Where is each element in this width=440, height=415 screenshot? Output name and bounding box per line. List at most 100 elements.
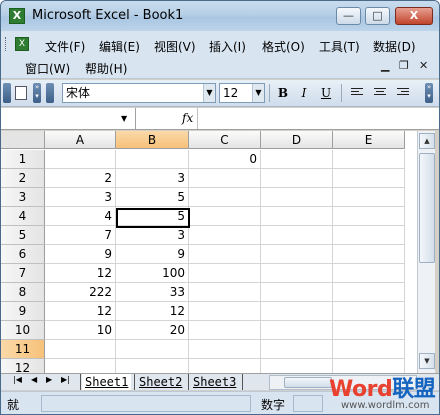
- cell-c11[interactable]: [189, 340, 261, 359]
- workbook-icon[interactable]: X: [15, 37, 29, 51]
- cell-a1[interactable]: [45, 150, 116, 169]
- cell-b6[interactable]: 9: [116, 245, 189, 264]
- last-sheet-icon[interactable]: ▶|: [61, 375, 70, 384]
- row-header-9[interactable]: 9: [1, 302, 45, 321]
- row-header-5[interactable]: 5: [1, 226, 45, 245]
- cell-d9[interactable]: [261, 302, 333, 321]
- row-header-12[interactable]: 12: [1, 359, 45, 373]
- menu-grip-handle[interactable]: [5, 37, 8, 51]
- bold-button[interactable]: B: [274, 84, 292, 102]
- cell-a3[interactable]: 3: [45, 188, 116, 207]
- column-header-c[interactable]: C: [189, 131, 261, 149]
- tab-sheet1[interactable]: Sheet1: [82, 374, 132, 390]
- toolbar-grip-icon[interactable]: [3, 83, 11, 103]
- cell-b9[interactable]: 12: [116, 302, 189, 321]
- minimize-button[interactable]: —: [336, 7, 361, 25]
- cell-a2[interactable]: 2: [45, 169, 116, 188]
- cell-d4[interactable]: [261, 207, 333, 226]
- maximize-button[interactable]: □: [365, 7, 390, 25]
- doc-minimize-icon[interactable]: ▁: [381, 59, 389, 72]
- column-header-b[interactable]: B: [116, 131, 189, 149]
- cell-c9[interactable]: [189, 302, 261, 321]
- cell-a7[interactable]: 12: [45, 264, 116, 283]
- cell-d7[interactable]: [261, 264, 333, 283]
- cell-e1[interactable]: [333, 150, 405, 169]
- active-cell-b11[interactable]: [116, 208, 190, 228]
- chevron-down-icon[interactable]: ▼: [121, 114, 127, 123]
- menu-data[interactable]: 数据(D): [373, 38, 416, 55]
- menu-edit[interactable]: 编辑(E): [99, 38, 140, 55]
- align-center-icon[interactable]: [374, 88, 386, 98]
- cell-e6[interactable]: [333, 245, 405, 264]
- cell-c1[interactable]: 0: [189, 150, 261, 169]
- toolbar-grip-icon-2[interactable]: [46, 83, 54, 103]
- cell-e4[interactable]: [333, 207, 405, 226]
- row-header-2[interactable]: 2: [1, 169, 45, 188]
- underline-button[interactable]: U: [317, 84, 335, 102]
- name-box[interactable]: ▼: [1, 108, 136, 129]
- cell-c5[interactable]: [189, 226, 261, 245]
- cell-b2[interactable]: 3: [116, 169, 189, 188]
- align-right-icon[interactable]: [397, 88, 409, 98]
- italic-button[interactable]: I: [295, 84, 313, 102]
- select-all-corner[interactable]: [1, 131, 45, 149]
- cell-c12[interactable]: [189, 359, 261, 373]
- row-header-11[interactable]: 11: [1, 340, 45, 359]
- cell-e10[interactable]: [333, 321, 405, 340]
- font-size-select[interactable]: 12 ▼: [219, 83, 265, 103]
- cell-d6[interactable]: [261, 245, 333, 264]
- cell-a11[interactable]: [45, 340, 116, 359]
- cell-d10[interactable]: [261, 321, 333, 340]
- cell-c4[interactable]: [189, 207, 261, 226]
- menu-file[interactable]: 文件(F): [45, 38, 85, 55]
- cell-a5[interactable]: 7: [45, 226, 116, 245]
- row-header-6[interactable]: 6: [1, 245, 45, 264]
- row-header-7[interactable]: 7: [1, 264, 45, 283]
- cell-d11[interactable]: [261, 340, 333, 359]
- close-button[interactable]: X: [395, 7, 433, 25]
- tab-sheet2[interactable]: Sheet2: [136, 374, 185, 390]
- next-sheet-icon[interactable]: ▶: [46, 375, 52, 384]
- cell-a4[interactable]: 4: [45, 207, 116, 226]
- cell-c3[interactable]: [189, 188, 261, 207]
- menu-tools[interactable]: 工具(T): [319, 38, 360, 55]
- menu-help[interactable]: 帮助(H): [85, 60, 127, 77]
- cell-b7[interactable]: 100: [116, 264, 189, 283]
- cell-d3[interactable]: [261, 188, 333, 207]
- cell-e9[interactable]: [333, 302, 405, 321]
- row-header-4[interactable]: 4: [1, 207, 45, 226]
- cell-e11[interactable]: [333, 340, 405, 359]
- vertical-scrollbar[interactable]: ▲ ▼: [417, 131, 435, 373]
- align-left-icon[interactable]: [351, 88, 363, 98]
- cell-e3[interactable]: [333, 188, 405, 207]
- cell-a10[interactable]: 10: [45, 321, 116, 340]
- cell-a12[interactable]: [45, 359, 116, 373]
- menu-window[interactable]: 窗口(W): [25, 60, 70, 77]
- prev-sheet-icon[interactable]: ◀: [31, 375, 37, 384]
- cell-c7[interactable]: [189, 264, 261, 283]
- cell-e7[interactable]: [333, 264, 405, 283]
- toolbar-options-icon[interactable]: » ▾: [33, 83, 41, 103]
- menu-insert[interactable]: 插入(I): [209, 38, 246, 55]
- cell-c8[interactable]: [189, 283, 261, 302]
- cell-e2[interactable]: [333, 169, 405, 188]
- cell-d1[interactable]: [261, 150, 333, 169]
- cell-e5[interactable]: [333, 226, 405, 245]
- scroll-down-icon[interactable]: ▼: [419, 353, 435, 369]
- cell-a9[interactable]: 12: [45, 302, 116, 321]
- doc-restore-icon[interactable]: ❐: [399, 59, 409, 72]
- column-header-e[interactable]: E: [333, 131, 405, 149]
- chevron-down-icon[interactable]: ▼: [252, 84, 264, 102]
- cell-d8[interactable]: [261, 283, 333, 302]
- cell-a6[interactable]: 9: [45, 245, 116, 264]
- scroll-up-icon[interactable]: ▲: [419, 133, 435, 149]
- column-header-d[interactable]: D: [261, 131, 333, 149]
- doc-close-icon[interactable]: ✕: [419, 59, 428, 72]
- cell-b1[interactable]: [116, 150, 189, 169]
- menu-view[interactable]: 视图(V): [154, 38, 196, 55]
- new-document-icon[interactable]: [15, 86, 27, 100]
- cell-b3[interactable]: 5: [116, 188, 189, 207]
- menu-format[interactable]: 格式(O): [262, 38, 305, 55]
- cell-a8[interactable]: 222: [45, 283, 116, 302]
- row-header-3[interactable]: 3: [1, 188, 45, 207]
